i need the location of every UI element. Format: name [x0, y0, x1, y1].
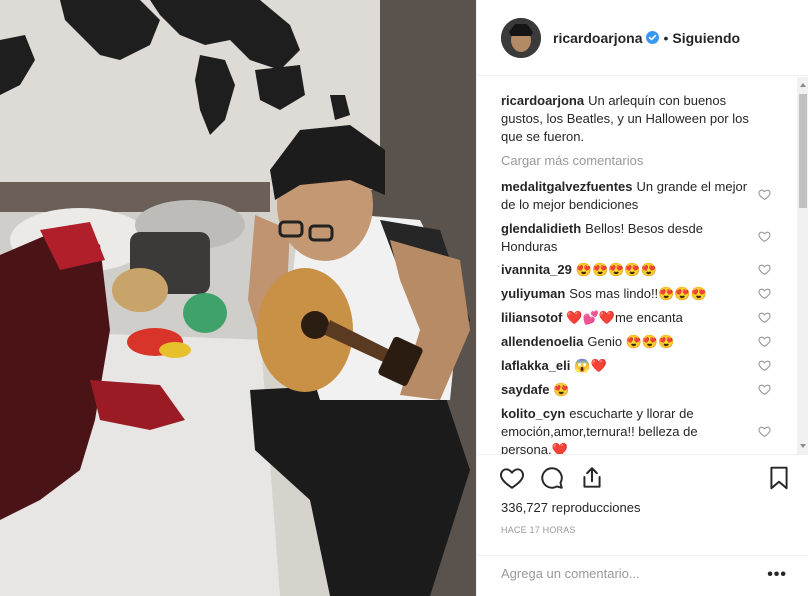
- list-item: kolito_cyn escucharte y llorar de emoción…: [501, 405, 749, 454]
- comment-input[interactable]: [501, 566, 731, 581]
- following-button[interactable]: Siguiendo: [672, 30, 740, 46]
- heart-icon[interactable]: [499, 465, 525, 491]
- post-video[interactable]: [0, 0, 476, 596]
- comment-text: ❤️💕❤️me encanta: [566, 310, 683, 325]
- comments-section: ricardoarjona Un arlequín con buenos gust…: [477, 77, 808, 454]
- list-item: saydafe 😍: [501, 381, 749, 399]
- comment-like-icon[interactable]: [758, 230, 771, 243]
- caption-username[interactable]: ricardoarjona: [501, 93, 584, 108]
- list-item: glendalidieth Bellos! Besos desde Hondura…: [501, 220, 749, 256]
- comment-like-icon[interactable]: [758, 359, 771, 372]
- comment-like-icon[interactable]: [758, 425, 771, 438]
- list-item: allendenoelia Genio 😍😍😍: [501, 333, 749, 351]
- comment-username[interactable]: laflakka_eli: [501, 358, 570, 373]
- comment-username[interactable]: glendalidieth: [501, 221, 581, 236]
- list-item: laflakka_eli 😱❤️: [501, 357, 749, 375]
- share-icon[interactable]: [579, 465, 605, 491]
- comment-bubble-icon[interactable]: [539, 465, 565, 491]
- view-count: 336,727 reproducciones: [501, 500, 641, 515]
- comment-text: Sos mas lindo!!😍😍😍: [569, 286, 707, 301]
- post-header: ricardoarjona • Siguiendo: [477, 0, 808, 76]
- comment-like-icon[interactable]: [758, 287, 771, 300]
- bookmark-icon[interactable]: [766, 465, 792, 491]
- post-actions: 336,727 reproducciones HACE 17 HORAS •••: [477, 454, 808, 596]
- list-item: liliansotof ❤️💕❤️me encanta: [501, 309, 749, 327]
- add-comment-bar: •••: [477, 555, 808, 596]
- load-more-comments-button[interactable]: Cargar más comentarios: [501, 153, 643, 168]
- comment-text: 😍😍😍😍😍: [575, 262, 657, 277]
- comment-username[interactable]: liliansotof: [501, 310, 562, 325]
- list-item: ivannita_29 😍😍😍😍😍: [501, 261, 749, 279]
- post-timestamp: HACE 17 HORAS: [501, 525, 576, 535]
- comment-like-icon[interactable]: [758, 335, 771, 348]
- comment-username[interactable]: saydafe: [501, 382, 549, 397]
- header-username[interactable]: ricardoarjona: [553, 30, 642, 46]
- scroll-down-arrow-icon[interactable]: [800, 444, 806, 448]
- comment-username[interactable]: yuliyuman: [501, 286, 565, 301]
- comment-username[interactable]: medalitgalvezfuentes: [501, 179, 633, 194]
- comment-username[interactable]: ivannita_29: [501, 262, 572, 277]
- separator-dot: •: [663, 29, 669, 46]
- more-options-icon[interactable]: •••: [767, 566, 787, 584]
- post-panel: ricardoarjona • Siguiendo ricardoarjona U…: [476, 0, 808, 596]
- comment-text: 😍: [553, 382, 570, 397]
- comment-username[interactable]: allendenoelia: [501, 334, 583, 349]
- comment-like-icon[interactable]: [758, 383, 771, 396]
- comment-username[interactable]: kolito_cyn: [501, 406, 565, 421]
- comment-like-icon[interactable]: [758, 188, 771, 201]
- comments-scrollbar[interactable]: [797, 77, 808, 454]
- comment-text: Genio 😍😍😍: [587, 334, 675, 349]
- scrollbar-thumb[interactable]: [799, 94, 807, 208]
- scroll-up-arrow-icon[interactable]: [800, 83, 806, 87]
- comment-text: 😱❤️: [574, 358, 607, 373]
- list-item: yuliyuman Sos mas lindo!!😍😍😍: [501, 285, 749, 303]
- post-caption: ricardoarjona Un arlequín con buenos gust…: [501, 92, 769, 146]
- comment-like-icon[interactable]: [758, 263, 771, 276]
- avatar[interactable]: [501, 17, 541, 58]
- verified-badge-icon: [646, 31, 660, 44]
- comment-like-icon[interactable]: [758, 311, 771, 324]
- list-item: medalitgalvezfuentes Un grande el mejor d…: [501, 178, 749, 214]
